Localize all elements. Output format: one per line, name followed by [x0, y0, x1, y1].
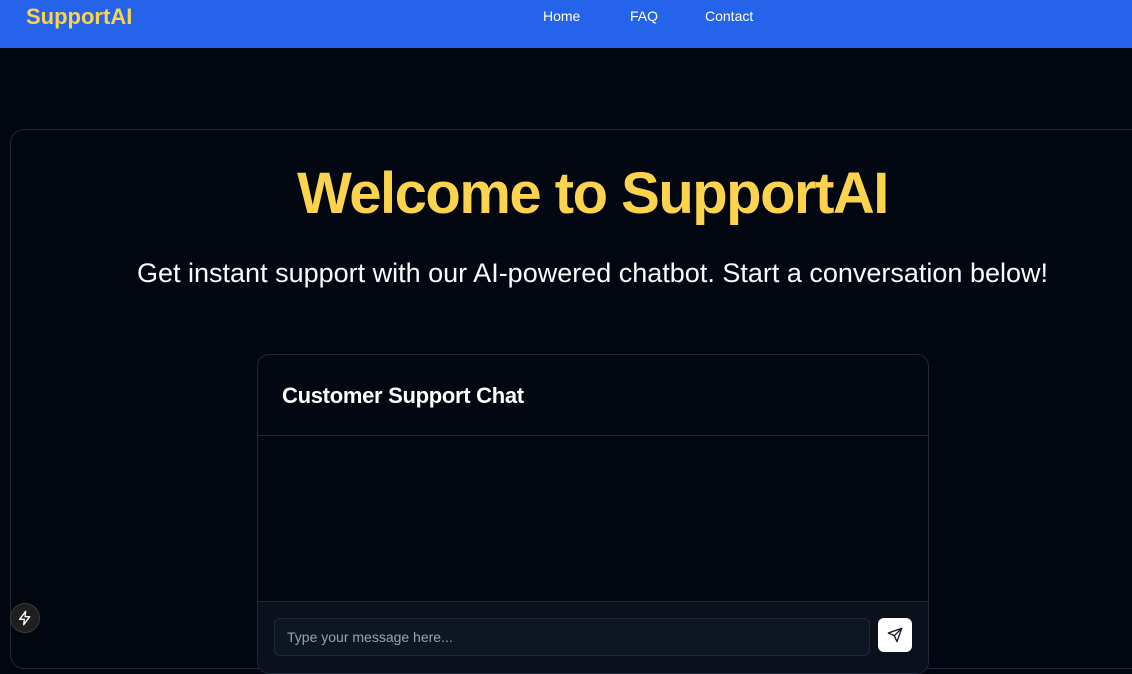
chat-message-input[interactable]: [274, 618, 870, 656]
chat-widget: Customer Support Chat: [257, 354, 929, 674]
hero-title: Welcome to SupportAI: [297, 161, 889, 226]
nav-link-faq[interactable]: FAQ: [630, 7, 658, 25]
nav-links: Home FAQ Contact: [0, 7, 1132, 27]
chat-title: Customer Support Chat: [282, 383, 524, 408]
chat-messages-area[interactable]: [258, 436, 928, 601]
chat-input-bar: [258, 601, 928, 673]
dev-tools-badge[interactable]: [10, 603, 40, 633]
send-icon: [887, 627, 903, 643]
lightning-icon: [19, 610, 31, 626]
send-button[interactable]: [878, 618, 912, 652]
chat-header: Customer Support Chat: [258, 355, 928, 436]
nav-link-home[interactable]: Home: [543, 7, 580, 25]
top-navbar: SupportAI Home FAQ Contact: [0, 0, 1132, 48]
hero-subtitle: Get instant support with our AI-powered …: [137, 258, 1048, 288]
nav-link-contact[interactable]: Contact: [705, 7, 753, 25]
